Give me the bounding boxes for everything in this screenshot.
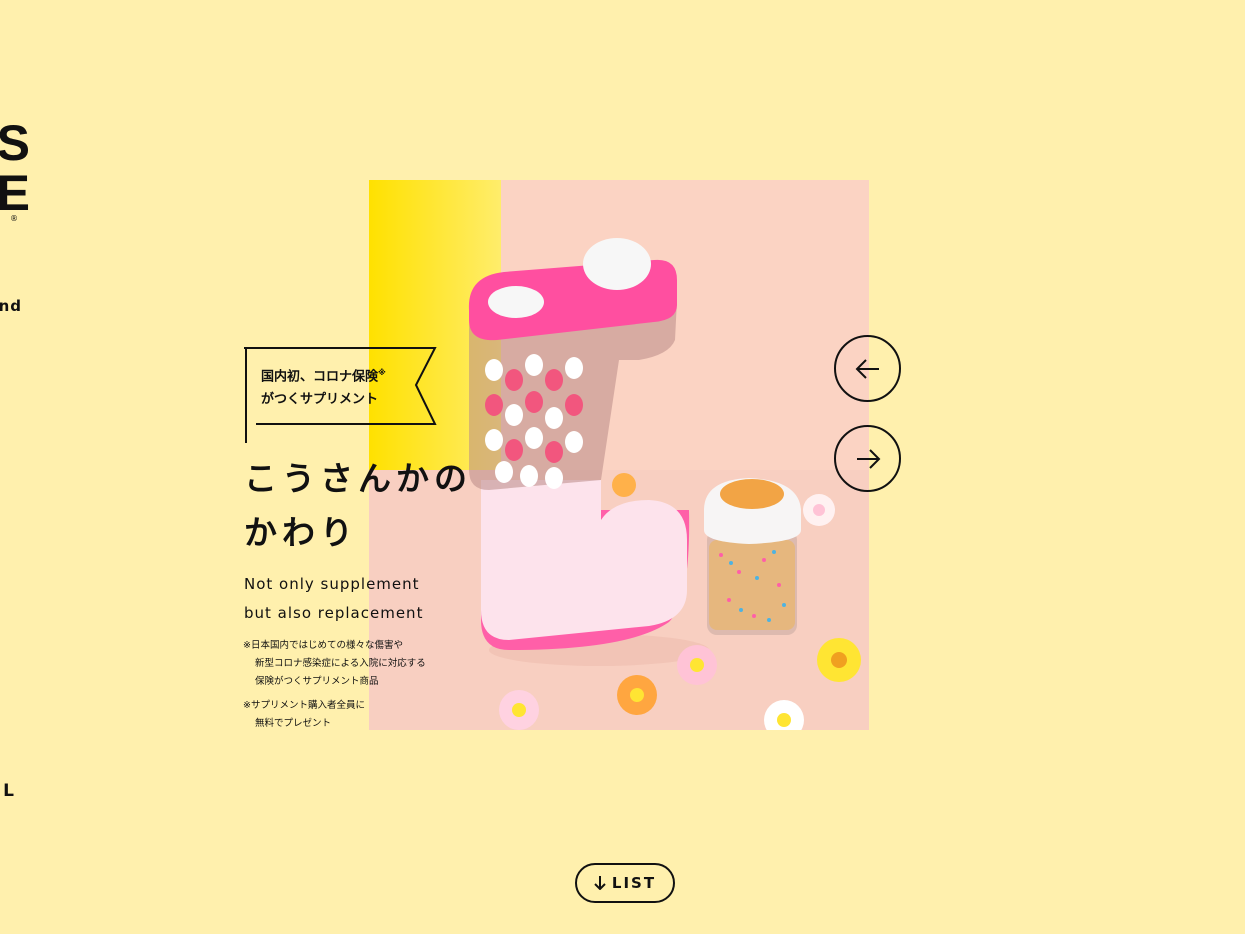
footnote-insurance: ※日本国内ではじめての様々な傷害や 新型コロナ感染症による入院に対応する 保険が… [243,637,426,691]
brand-logo-line: E [0,165,32,221]
hero-headline: こうさんかの かわり [244,452,472,560]
footnote-1-line-3: 保険がつくサプリメント商品 [255,676,379,687]
brand-logo[interactable]: SE [0,118,40,230]
headline-line-1: こうさんかの [244,459,472,498]
headline-line-2: かわり [244,513,358,552]
next-slide-button[interactable] [834,425,901,492]
side-nav-label[interactable]: nd [0,297,22,315]
footnote-2-line-1: ※サプリメント購入者全員に [243,700,365,711]
banner-note-mark: ※ [378,368,386,377]
footnote-1-line-2: 新型コロナ感染症による入院に対応する [255,658,426,669]
banner-text: 国内初、コロナ保険※ がつくサプリメント [261,361,386,411]
banner-line-2: がつくサプリメント [261,392,379,408]
arrow-right-icon [856,448,880,469]
footnote-1-line-1: ※日本国内ではじめての様々な傷害や [243,640,403,651]
side-bottom-label[interactable]: L [3,781,16,801]
footnote-2-line-2: 無料でプレゼント [255,718,332,729]
registered-mark: ® [10,214,18,223]
brand-logo-line: S [0,118,32,171]
banner-line-1: 国内初、コロナ保険 [261,369,379,385]
brand-logo-text: SE [0,118,32,218]
subtitle-line-2: but also replacement [244,604,424,622]
arrow-down-icon [594,876,606,890]
arrow-left-icon [855,358,879,379]
previous-slide-button[interactable] [834,335,901,402]
list-button[interactable]: LIST [575,863,675,903]
list-label: LIST [611,874,657,892]
hero-english-subtitle: Not only supplement but also replacement [244,570,423,628]
footnote-present: ※サプリメント購入者全員に 無料でプレゼント [243,697,365,733]
campaign-banner: 国内初、コロナ保険※ がつくサプリメント [244,347,444,443]
subtitle-line-1: Not only supplement [244,575,420,593]
